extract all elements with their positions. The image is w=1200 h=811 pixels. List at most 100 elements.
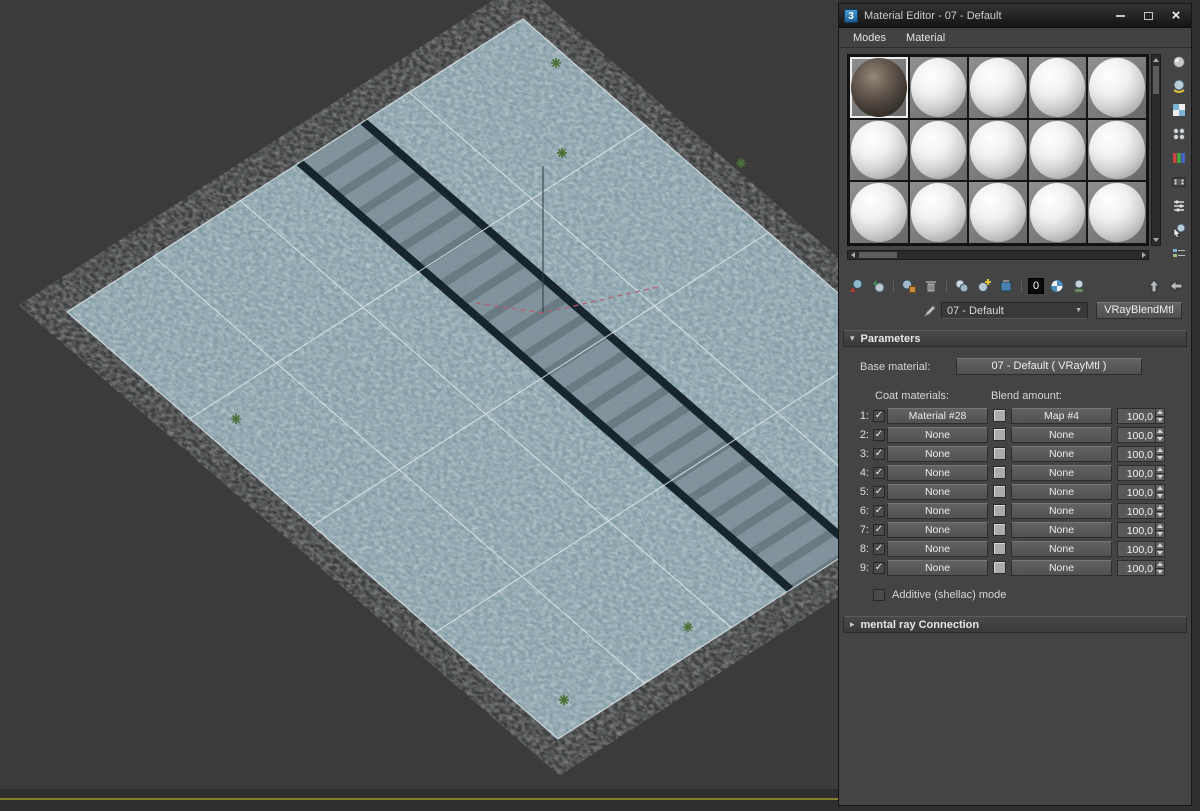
go-to-parent-icon[interactable]	[1145, 277, 1163, 295]
blend-amount-spinner[interactable]: 100,0	[1117, 427, 1165, 443]
make-preview-icon[interactable]	[1171, 174, 1187, 190]
slots-vertical-scrollbar[interactable]	[1151, 54, 1161, 246]
coat-row-checkbox[interactable]: ✓	[873, 448, 885, 460]
coat-material-button[interactable]: None	[887, 560, 988, 576]
sample-slot[interactable]	[1028, 182, 1087, 243]
video-color-check-icon[interactable]	[1171, 150, 1187, 166]
material-name-dropdown[interactable]: 07 - Default ▼	[941, 302, 1088, 319]
coat-row-checkbox[interactable]: ✓	[873, 467, 885, 479]
coat-color-swatch[interactable]	[993, 561, 1006, 574]
coat-map-button[interactable]: Map #4	[1011, 408, 1112, 424]
mental-ray-rollout-header[interactable]: ▸ mental ray Connection	[843, 616, 1187, 633]
coat-map-button[interactable]: None	[1011, 522, 1112, 538]
restore-button[interactable]	[1138, 8, 1158, 23]
blend-amount-spinner[interactable]: 100,0	[1117, 446, 1165, 462]
coat-material-button[interactable]: None	[887, 541, 988, 557]
coat-color-swatch[interactable]	[993, 523, 1006, 536]
spinner-down-icon[interactable]	[1156, 530, 1164, 537]
coat-material-button[interactable]: None	[887, 446, 988, 462]
sample-slot[interactable]	[1088, 182, 1146, 243]
scroll-left-icon[interactable]	[848, 251, 857, 259]
sample-slot[interactable]	[909, 57, 968, 118]
coat-map-button[interactable]: None	[1011, 427, 1112, 443]
sample-slot[interactable]	[850, 182, 908, 243]
coat-row-checkbox[interactable]: ✓	[873, 524, 885, 536]
titlebar[interactable]: 3 Material Editor - 07 - Default ×	[839, 4, 1191, 28]
coat-material-button[interactable]: Material #28	[887, 408, 988, 424]
coat-map-button[interactable]: None	[1011, 446, 1112, 462]
put-to-library-icon[interactable]	[997, 277, 1015, 295]
spinner-up-icon[interactable]	[1156, 523, 1164, 531]
blend-amount-spinner[interactable]: 100,0	[1117, 522, 1165, 538]
spinner-up-icon[interactable]	[1156, 428, 1164, 436]
spinner-up-icon[interactable]	[1156, 561, 1164, 569]
scrollbar-thumb[interactable]	[1153, 66, 1159, 94]
spinner-down-icon[interactable]	[1156, 416, 1164, 423]
spinner-down-icon[interactable]	[1156, 549, 1164, 556]
spinner-up-icon[interactable]	[1156, 409, 1164, 417]
coat-row-checkbox[interactable]: ✓	[873, 410, 885, 422]
blend-amount-spinner[interactable]: 100,0	[1117, 465, 1165, 481]
coat-color-swatch[interactable]	[993, 542, 1006, 555]
show-map-in-viewport-icon[interactable]	[1048, 277, 1066, 295]
spinner-down-icon[interactable]	[1156, 511, 1164, 518]
coat-color-swatch[interactable]	[993, 447, 1006, 460]
material-map-navigator-icon[interactable]	[1171, 246, 1187, 262]
select-by-material-icon[interactable]	[1171, 222, 1187, 238]
assign-material-to-selection-icon[interactable]	[900, 277, 918, 295]
sample-slot[interactable]	[1088, 57, 1146, 118]
sample-slot[interactable]	[1088, 119, 1146, 181]
close-button[interactable]: ×	[1166, 8, 1186, 23]
additive-mode-checkbox[interactable]	[873, 589, 885, 601]
go-forward-to-sibling-icon[interactable]	[1167, 277, 1185, 295]
sample-slot[interactable]	[850, 119, 908, 181]
coat-color-swatch[interactable]	[993, 485, 1006, 498]
coat-map-button[interactable]: None	[1011, 503, 1112, 519]
sample-slot[interactable]	[969, 182, 1027, 243]
coat-map-button[interactable]: None	[1011, 560, 1112, 576]
base-material-button[interactable]: 07 - Default ( VRayMtl )	[956, 358, 1142, 375]
coat-material-button[interactable]: None	[887, 503, 988, 519]
spinner-down-icon[interactable]	[1156, 435, 1164, 442]
make-unique-icon[interactable]	[975, 277, 993, 295]
coat-map-button[interactable]: None	[1011, 541, 1112, 557]
blend-amount-spinner[interactable]: 100,0	[1117, 484, 1165, 500]
coat-color-swatch[interactable]	[993, 504, 1006, 517]
sample-slot[interactable]	[909, 119, 968, 181]
menu-material[interactable]: Material	[898, 30, 953, 46]
coat-row-checkbox[interactable]: ✓	[873, 505, 885, 517]
blend-amount-spinner[interactable]: 100,0	[1117, 541, 1165, 557]
sample-uv-tiling-icon[interactable]	[1171, 126, 1187, 142]
sample-slot[interactable]	[969, 57, 1027, 118]
coat-material-button[interactable]: None	[887, 484, 988, 500]
coat-row-checkbox[interactable]: ✓	[873, 543, 885, 555]
spinner-down-icon[interactable]	[1156, 568, 1164, 575]
viewport[interactable]	[0, 0, 838, 806]
spinner-up-icon[interactable]	[1156, 504, 1164, 512]
backlight-icon[interactable]	[1171, 78, 1187, 94]
parameters-rollout-header[interactable]: ▾ Parameters	[843, 330, 1187, 347]
sample-slot[interactable]	[1028, 119, 1087, 181]
menu-modes[interactable]: Modes	[845, 30, 894, 46]
spinner-up-icon[interactable]	[1156, 466, 1164, 474]
spinner-up-icon[interactable]	[1156, 485, 1164, 493]
material-type-button[interactable]: VRayBlendMtl	[1096, 302, 1182, 319]
put-material-to-scene-icon[interactable]	[869, 277, 887, 295]
scrollbar-thumb[interactable]	[859, 252, 897, 258]
spinner-up-icon[interactable]	[1156, 542, 1164, 550]
spinner-down-icon[interactable]	[1156, 454, 1164, 461]
sample-type-sphere-icon[interactable]	[1171, 54, 1187, 70]
scroll-up-icon[interactable]	[1152, 56, 1160, 64]
coat-row-checkbox[interactable]: ✓	[873, 486, 885, 498]
sample-slot[interactable]	[909, 182, 968, 243]
scroll-down-icon[interactable]	[1152, 236, 1160, 244]
coat-material-button[interactable]: None	[887, 522, 988, 538]
get-material-icon[interactable]	[847, 277, 865, 295]
slots-horizontal-scrollbar[interactable]	[847, 250, 1149, 260]
blend-amount-spinner[interactable]: 100,0	[1117, 503, 1165, 519]
coat-material-button[interactable]: None	[887, 427, 988, 443]
coat-row-checkbox[interactable]: ✓	[873, 562, 885, 574]
reset-material-icon[interactable]	[922, 277, 940, 295]
coat-map-button[interactable]: None	[1011, 465, 1112, 481]
coat-color-swatch[interactable]	[993, 409, 1006, 422]
